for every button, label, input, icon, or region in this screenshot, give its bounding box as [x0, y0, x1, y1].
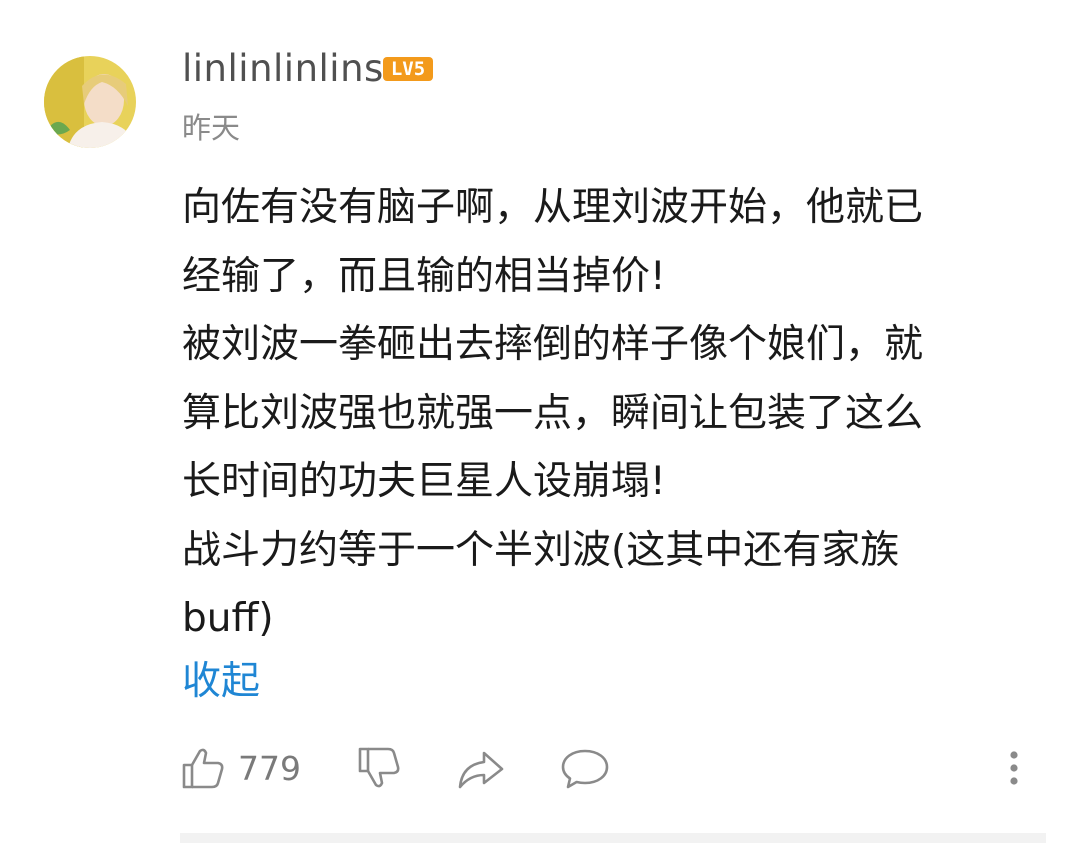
share-icon — [458, 751, 504, 789]
divider — [180, 833, 1046, 843]
comment-body: 向佐有没有脑子啊，从理刘波开始，他就已 经输了，而且输的相当掉价! 被刘波一拳砸… — [182, 174, 1044, 654]
level-badge: LV5 — [383, 57, 433, 81]
comment-line: 战斗力约等于一个半刘波(这其中还有家族 — [182, 527, 900, 573]
comment-line: 算比刘波强也就强一点，瞬间让包装了这么 — [182, 390, 924, 436]
dislike-button[interactable] — [356, 740, 402, 796]
reply-bubble-icon — [561, 749, 609, 789]
avatar-image — [44, 56, 136, 148]
more-options-button[interactable] — [1000, 740, 1028, 796]
comment-card: linlinlinlins LV5 昨天 向佐有没有脑子啊，从理刘波开始，他就已… — [0, 0, 1080, 843]
thumbs-down-icon — [358, 747, 400, 788]
like-button[interactable]: 779 — [180, 740, 301, 796]
comment-date: 昨天 — [182, 111, 241, 145]
collapse-link[interactable]: 收起 — [182, 654, 260, 710]
comment-line: 经输了，而且输的相当掉价! — [182, 253, 666, 299]
like-count: 779 — [238, 748, 301, 788]
reply-button[interactable] — [560, 740, 610, 796]
comment-line: 被刘波一拳砸出去摔倒的样子像个娘们，就 — [182, 322, 924, 367]
comment-line: buff) — [182, 596, 274, 641]
share-button[interactable] — [456, 740, 506, 796]
comment-line: 向佐有没有脑子啊，从理刘波开始，他就已 — [182, 185, 924, 230]
thumbs-up-icon — [182, 748, 224, 789]
avatar[interactable] — [44, 56, 136, 148]
comment-line: 长时间的功夫巨星人设崩塌! — [182, 459, 666, 504]
username[interactable]: linlinlinlins — [182, 44, 384, 94]
more-vertical-icon — [1010, 751, 1018, 785]
